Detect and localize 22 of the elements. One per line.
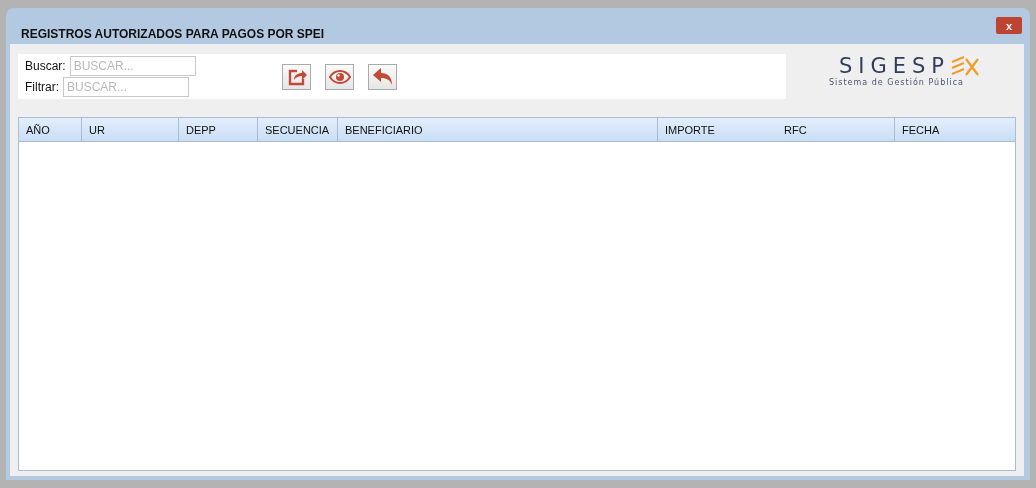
field-label: Filtrar: bbox=[25, 80, 59, 94]
window-title: REGISTROS AUTORIZADOS PARA PAGOS POR SPEI bbox=[20, 27, 325, 43]
search-field[interactable]: BUSCAR... bbox=[69, 56, 196, 76]
export-button[interactable] bbox=[282, 63, 311, 90]
column-header[interactable]: RFC bbox=[777, 118, 895, 141]
back-button[interactable] bbox=[368, 63, 397, 90]
column-header[interactable]: UR bbox=[82, 118, 179, 141]
logo-mark-icon bbox=[950, 55, 980, 77]
column-header[interactable]: DEPP bbox=[179, 118, 258, 141]
column-header[interactable]: AÑO bbox=[19, 118, 82, 141]
logo-subtitle: Sistema de Gestión Pública bbox=[828, 78, 964, 87]
search-field[interactable]: BUSCAR... bbox=[63, 77, 189, 97]
column-header[interactable]: SECUENCIA bbox=[258, 118, 338, 141]
view-button[interactable] bbox=[325, 63, 354, 90]
reply-icon bbox=[371, 66, 394, 87]
close-button[interactable]: x bbox=[996, 17, 1022, 34]
eye-icon bbox=[328, 69, 351, 84]
column-header[interactable]: FECHA bbox=[895, 118, 1015, 141]
column-header[interactable]: IMPORTE bbox=[658, 118, 777, 141]
column-header[interactable]: BENEFICIARIO bbox=[338, 118, 658, 141]
logo-name: SIGESP bbox=[838, 54, 950, 78]
field-label: Buscar: bbox=[25, 59, 66, 73]
